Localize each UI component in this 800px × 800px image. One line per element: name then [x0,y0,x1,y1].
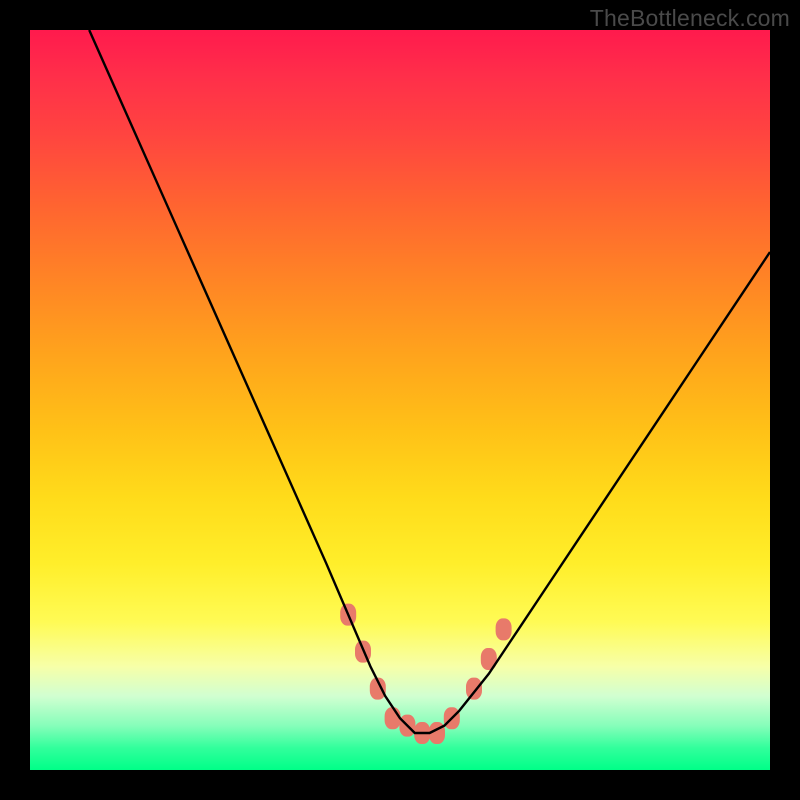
chart-markers [340,604,511,744]
chart-frame: TheBottleneck.com [0,0,800,800]
chart-marker [466,678,482,700]
chart-marker [496,618,512,640]
chart-marker [385,707,401,729]
chart-plot-area [30,30,770,770]
chart-svg [30,30,770,770]
watermark-text: TheBottleneck.com [590,5,790,32]
bottleneck-curve [89,30,770,733]
